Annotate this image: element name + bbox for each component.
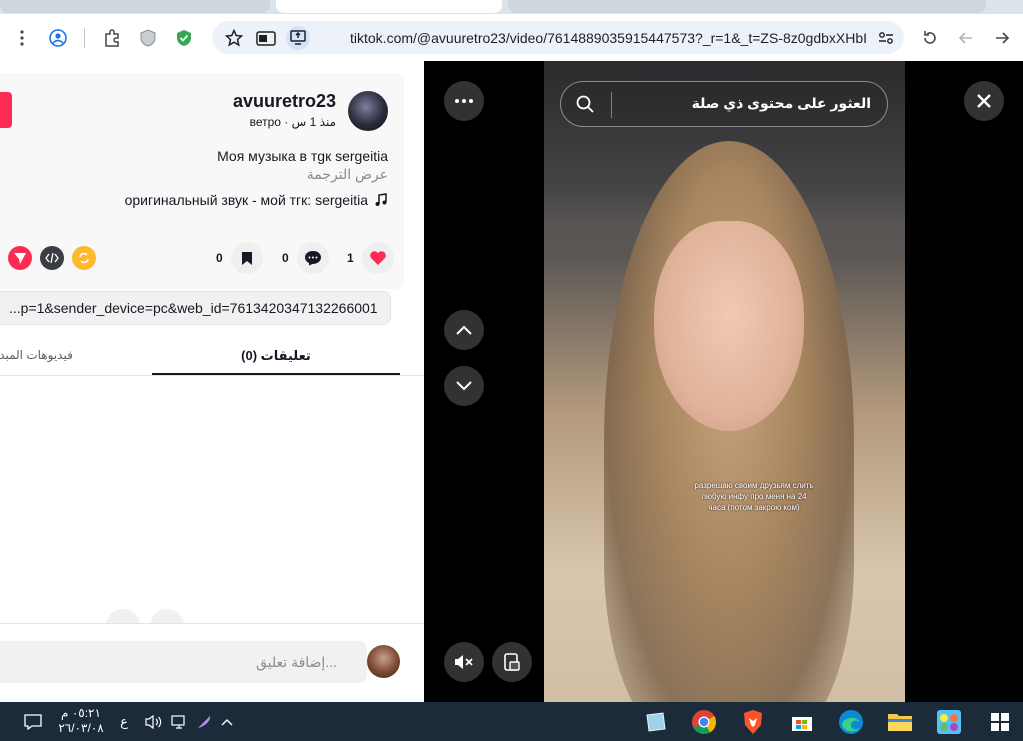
author-avatar[interactable] (348, 91, 388, 131)
browser-toolbar: tiktok.com/@avuuretro23/video/7614889035… (0, 14, 1023, 61)
chrome-icon[interactable] (689, 707, 719, 737)
chevron-up-icon[interactable] (218, 702, 236, 741)
follow-button[interactable] (0, 92, 12, 128)
next-video-button[interactable] (444, 366, 484, 406)
current-user-avatar[interactable] (367, 645, 400, 678)
back-icon[interactable] (990, 26, 1014, 50)
sound-name: оригинальный звук - мой тгк: sergeitia (124, 192, 368, 208)
music-note-icon (375, 193, 387, 206)
extensions-icon[interactable] (100, 26, 124, 50)
comment-bar: إضافة تعليق... (0, 623, 424, 702)
shield-extension-icon[interactable] (136, 26, 160, 50)
more-dots-icon (455, 99, 473, 103)
tab-comments[interactable]: (0) تعليقات (152, 344, 400, 375)
toolbar-divider (84, 28, 85, 48)
share-link-field[interactable]: ...p=1&sender_device=pc&web_id=761342034… (0, 291, 391, 325)
tab-strip (0, 0, 1023, 14)
bookmark-star-icon[interactable] (222, 26, 246, 50)
forward-icon (954, 26, 978, 50)
close-icon (977, 94, 991, 108)
browser-tab[interactable] (0, 0, 270, 13)
pen-app-icon[interactable] (194, 702, 214, 741)
brave-icon[interactable] (738, 707, 768, 737)
browser-tab[interactable] (508, 0, 986, 13)
notifications-icon[interactable] (22, 702, 44, 741)
mini-player-icon (504, 653, 520, 671)
close-button[interactable] (964, 81, 1004, 121)
video-player: разрешаю своим друзьям слить любую инфу … (424, 61, 1023, 702)
tab-creator-videos[interactable]: فيديوهات المبدع (0, 348, 73, 362)
save-count: 0 (216, 251, 223, 265)
browser-tab-active[interactable] (276, 0, 502, 13)
input-language[interactable]: ع (116, 702, 132, 741)
previous-video-button[interactable] (444, 310, 484, 350)
video-details-panel: avuuretro23 ветро · منذ 1 س Моя музыка в… (0, 61, 424, 702)
volume-muted-icon (455, 655, 473, 669)
video-frame[interactable]: разрешаю своим друзьям слить любую инфу … (544, 61, 905, 702)
cast-icon[interactable] (286, 26, 310, 50)
video-caption: разрешаю своим друзьям слить любую инфу … (694, 481, 814, 512)
save-stat[interactable]: 0 (216, 242, 263, 274)
comment-icon[interactable] (296, 242, 329, 274)
picture-in-picture-icon[interactable] (254, 26, 278, 50)
file-explorer-icon[interactable] (885, 707, 915, 737)
file-explorer-alt-icon[interactable] (640, 707, 670, 737)
reload-icon[interactable] (918, 26, 942, 50)
network-icon[interactable] (170, 702, 190, 741)
url-host: tiktok.com (350, 30, 414, 46)
comment-count: 0 (282, 251, 289, 265)
repost-icon[interactable] (72, 246, 96, 270)
edge-icon[interactable] (836, 707, 866, 737)
translate-link[interactable]: عرض الترجمة (307, 166, 388, 183)
profile-icon[interactable] (46, 26, 70, 50)
like-count: 1 (347, 251, 354, 265)
send-to-friends-icon[interactable] (8, 246, 32, 270)
video-subject-face (654, 221, 804, 431)
comment-stat[interactable]: 0 (282, 242, 329, 274)
chevron-down-icon (456, 381, 472, 391)
url-text[interactable]: tiktok.com/@avuuretro23/video/7614889035… (350, 30, 868, 46)
site-settings-icon[interactable] (874, 26, 898, 50)
omnibox[interactable]: tiktok.com/@avuuretro23/video/7614889035… (212, 21, 904, 54)
search-divider (611, 92, 612, 118)
author-subline: ветро · منذ 1 س (249, 115, 336, 129)
chevron-up-icon (456, 325, 472, 335)
mute-button[interactable] (444, 642, 484, 682)
volume-icon[interactable] (144, 702, 164, 741)
like-stat[interactable]: 1 (347, 242, 394, 274)
bookmark-icon[interactable] (230, 242, 263, 274)
clock-date: ٢٦/٠٣/٠٨ (58, 721, 104, 735)
comment-input[interactable]: إضافة تعليق... (0, 641, 367, 683)
search-text: العثور على محتوى ذي صلة (691, 95, 871, 111)
sound-link[interactable]: оригинальный звук - мой тгк: sergeitia (125, 192, 388, 208)
adguard-extension-icon[interactable] (172, 26, 196, 50)
more-options-button[interactable] (444, 81, 484, 121)
author-username[interactable]: avuuretro23 (233, 91, 336, 112)
comment-placeholder: إضافة تعليق... (256, 654, 337, 670)
heart-icon[interactable] (361, 242, 394, 274)
post-description: Моя музыка в тgк sergeitia (217, 148, 388, 164)
embed-icon[interactable] (40, 246, 64, 270)
menu-dots-icon[interactable] (10, 26, 34, 50)
clock-time: ٠٥:٢١ م (61, 706, 101, 720)
windows-taskbar: ٠٥:٢١ م ٢٦/٠٣/٠٨ ع (0, 702, 1023, 741)
system-clock[interactable]: ٠٥:٢١ م ٢٦/٠٣/٠٨ (54, 706, 108, 736)
game-app-icon[interactable] (934, 707, 964, 737)
url-path: /@avuuretro23/video/7614889035915447573?… (413, 30, 868, 46)
floating-player-button[interactable] (492, 642, 532, 682)
search-icon (576, 95, 594, 113)
microsoft-store-icon[interactable] (787, 707, 817, 737)
comments-tabs: (0) تعليقات فيديوهات المبدع (0, 344, 424, 376)
start-button-windows-icon[interactable] (985, 707, 1015, 737)
related-search-box[interactable]: العثور على محتوى ذي صلة (560, 81, 888, 127)
